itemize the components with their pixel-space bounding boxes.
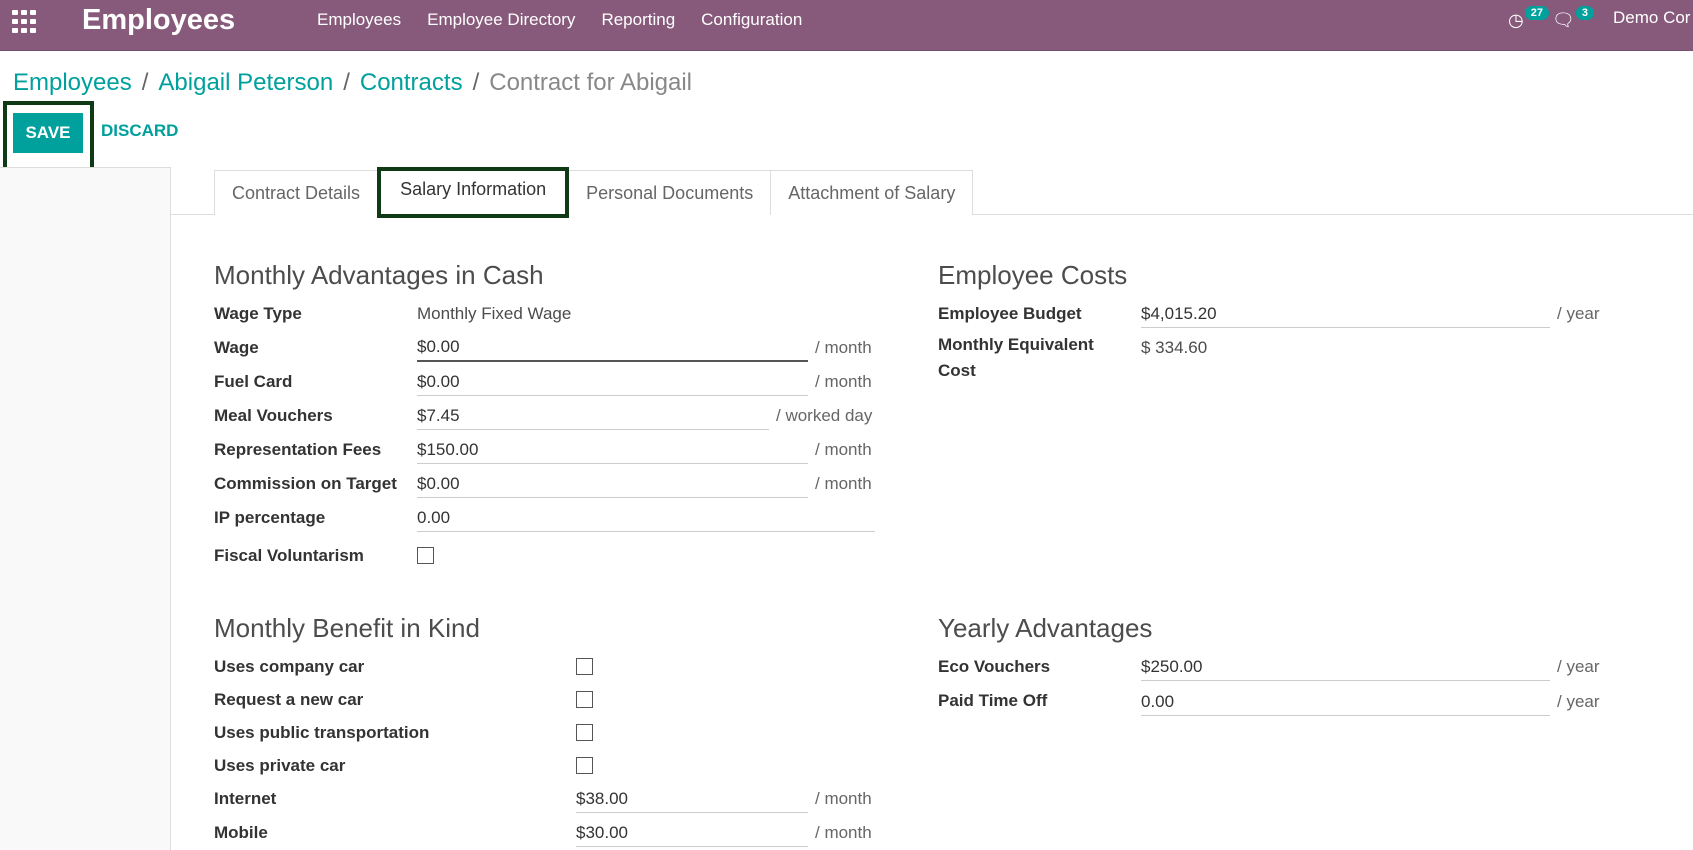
representation-fees-label: Representation Fees [214,440,382,459]
paid-time-off-label: Paid Time Off [938,691,1048,710]
breadcrumb-separator: / [472,69,480,96]
menu-employee-directory[interactable]: Employee Directory [414,0,588,40]
yearly-group-title: Yearly Advantages [938,613,1153,643]
wage-input[interactable] [417,334,808,362]
paid-time-off-input[interactable] [1141,688,1550,716]
menu-employees[interactable]: Employees [304,0,414,40]
breadcrumb-separator: / [343,69,350,96]
breadcrumb: Employees / Abigail Peterson / Contracts / Con… [13,67,692,99]
mobile-input[interactable] [576,819,808,847]
private-car-label: Uses private car [214,756,346,775]
fuel-card-input[interactable] [417,368,808,396]
employee-budget-input[interactable] [1141,300,1550,328]
meal-vouchers-input[interactable] [417,402,769,430]
fiscal-voluntarism-checkbox[interactable] [417,547,434,564]
ip-percentage-input[interactable] [417,504,875,532]
fiscal-voluntarism-label: Fiscal Voluntarism [214,546,364,565]
monthly-cost-label: Monthly Equivalent Cost [938,335,1094,380]
private-car-checkbox[interactable] [576,757,593,774]
representation-fees-unit: / month [815,440,872,459]
main-menu: Employees Employee Directory Reporting C… [304,0,815,40]
new-car-checkbox[interactable] [576,691,593,708]
tab-personal-documents[interactable]: Personal Documents [568,170,772,215]
mobile-label: Mobile [214,823,268,842]
internet-label: Internet [214,789,277,808]
tab-attachment-of-salary[interactable]: Attachment of Salary [770,170,974,215]
breadcrumb-current: Contract for Abigail [489,69,693,96]
representation-fees-input[interactable] [417,436,808,464]
breadcrumb-separator: / [141,69,149,96]
employee-budget-label: Employee Budget [938,304,1082,323]
meal-vouchers-unit: / worked day [776,406,873,425]
public-transport-checkbox[interactable] [576,724,593,741]
cash-group-title: Monthly Advantages in Cash [214,260,544,290]
sheet-background [0,167,170,850]
company-switcher[interactable]: Demo Cor [1613,8,1690,28]
meal-vouchers-label: Meal Vouchers [214,406,333,425]
company-car-checkbox[interactable] [576,658,593,675]
eco-vouchers-unit: / year [1557,657,1600,676]
activity-count-badge: 27 [1524,6,1549,20]
commission-input[interactable] [417,470,808,498]
app-title: Employees [82,4,236,36]
activities-button[interactable]: ◷ 27 [1508,6,1549,33]
monthly-cost-value: $ 334.60 [1141,338,1208,357]
chat-icon: 🗨 [1552,10,1575,30]
fuel-card-unit: / month [815,372,872,391]
eco-vouchers-label: Eco Vouchers [938,657,1051,676]
breadcrumb-employee[interactable]: Abigail Peterson [158,69,333,96]
company-car-label: Uses company car [214,657,365,676]
clock-icon: ◷ [1508,10,1524,30]
internet-unit: / month [815,789,872,808]
wage-type-value[interactable]: Monthly Fixed Wage [417,304,571,324]
message-count-badge: 3 [1575,6,1594,20]
save-button[interactable]: SAVE [13,113,83,153]
commission-label: Commission on Target [214,474,397,493]
breadcrumb-employees[interactable]: Employees [13,69,132,96]
discard-button[interactable]: DISCARD [101,121,178,141]
ip-percentage-label: IP percentage [214,508,326,527]
wage-unit: / month [815,338,872,357]
costs-group-title: Employee Costs [938,260,1128,290]
messages-button[interactable]: 🗨 3 [1552,6,1594,33]
employee-budget-unit: / year [1557,304,1600,323]
eco-vouchers-input[interactable] [1141,653,1550,681]
breadcrumb-contracts[interactable]: Contracts [360,69,463,96]
wage-type-label: Wage Type [214,304,302,323]
commission-unit: / month [815,474,872,493]
notebook-tabs: Contract Details Salary Information Pers… [214,167,974,218]
internet-input[interactable] [576,785,808,813]
menu-reporting[interactable]: Reporting [588,0,688,40]
mobile-unit: / month [815,823,872,842]
wage-label: Wage [214,338,259,357]
tab-contract-details[interactable]: Contract Details [214,170,379,215]
fuel-card-label: Fuel Card [214,372,293,391]
apps-menu-icon[interactable] [12,10,38,34]
public-transport-label: Uses public transportation [214,723,430,742]
tab-salary-information[interactable]: Salary Information [377,167,570,218]
menu-configuration[interactable]: Configuration [688,0,815,40]
new-car-label: Request a new car [214,690,364,709]
kind-group-title: Monthly Benefit in Kind [214,613,480,643]
paid-time-off-unit: / year [1557,692,1600,711]
top-navbar: Employees Employees Employee Directory R… [0,0,1693,51]
